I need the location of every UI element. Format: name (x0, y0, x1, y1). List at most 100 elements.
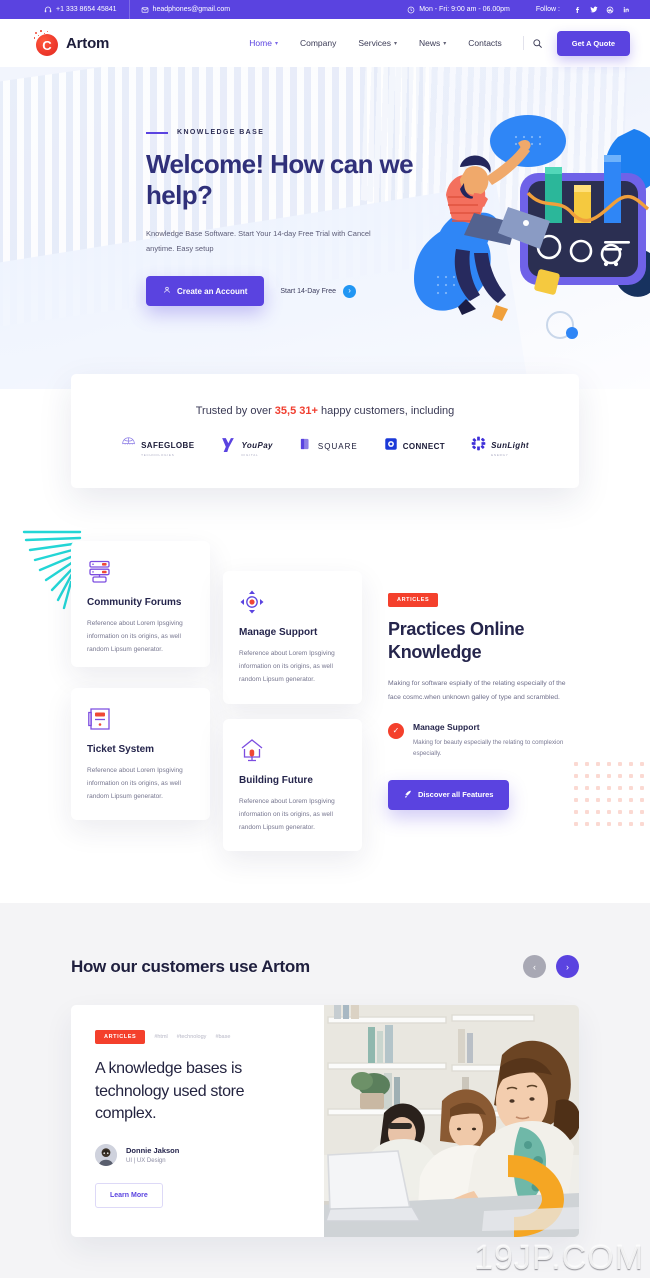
hero-eyebrow-label: KNOWLEDGE BASE (177, 129, 265, 136)
start-trial-link[interactable]: Start 14-Day Free › (280, 284, 357, 298)
nav-item-news[interactable]: News ▾ (408, 38, 457, 48)
hero-eyebrow: KNOWLEDGE BASE (146, 129, 650, 136)
testimonial-tag[interactable]: #html (154, 1034, 167, 1040)
discover-features-label: Discover all Features (418, 790, 494, 800)
top-bar-email[interactable]: headphones@gmail.com (128, 0, 243, 19)
top-bar-hours-label: Mon - Fri: 9:00 am - 06.00pm (419, 6, 510, 13)
testimonial-quote: A knowledge bases is technology used sto… (95, 1060, 245, 1123)
client-logo-sub: DIGITAL (241, 453, 259, 457)
social-links (574, 6, 630, 14)
ticket-icon (87, 706, 113, 732)
watermark: 19JP.COM (474, 1239, 644, 1277)
nav-label-home: Home (249, 38, 272, 48)
facebook-icon[interactable] (574, 6, 582, 14)
customers-heading: How our customers use Artom (71, 956, 310, 976)
feature-card-manage-support[interactable]: Manage Support Reference about Lorem Ips… (223, 571, 362, 704)
client-logo-square: SQUARE (299, 437, 358, 456)
feature-card-title: Community Forums (87, 597, 182, 608)
nav-label-company: Company (299, 38, 337, 48)
move-target-icon (239, 589, 265, 615)
linkedin-icon[interactable] (622, 6, 630, 14)
client-logo-label: SQUARE (317, 441, 358, 451)
carousel-prev-button[interactable]: ‹ (523, 955, 546, 978)
testimonial-tag[interactable]: #technology (177, 1034, 207, 1040)
feature-card-building-future[interactable]: Building Future Reference about Lorem Ip… (223, 719, 362, 851)
headset-icon (44, 6, 52, 14)
house-icon (239, 737, 265, 763)
trusted-by-card: Trusted by over 35,5 31+ happy customers… (71, 374, 579, 488)
rocket-icon (404, 790, 412, 800)
create-account-label: Create an Account (177, 286, 248, 296)
nav-item-company[interactable]: Company (289, 38, 347, 48)
practices-feature-title: Manage Support (413, 721, 480, 732)
practices-feature-item: ✓ Manage Support Making for beauty espec… (388, 722, 578, 760)
author-role: UI | UX Design (126, 1158, 166, 1165)
create-account-button[interactable]: Create an Account (146, 276, 265, 307)
start-trial-label: Start 14-Day Free (280, 287, 337, 295)
top-bar-phone[interactable]: +1 333 8654 45841 (32, 6, 129, 14)
nav-item-home[interactable]: Home ▾ (238, 38, 289, 48)
feature-card-text: Reference about Lorem Ipsgiving informat… (87, 620, 183, 653)
client-logo-sub: TECHNOLOGIES (141, 453, 175, 457)
avatar (95, 1144, 117, 1167)
discover-features-button[interactable]: Discover all Features (388, 779, 510, 810)
landing-page: +1 333 8654 45841 headphones@gmail.com M (0, 0, 650, 1278)
dribbble-icon[interactable] (606, 6, 614, 14)
pink-dots-decoration (571, 758, 647, 830)
nav-label-contacts: Contacts (468, 38, 502, 48)
author-name: Donnie Jakson (126, 1146, 180, 1156)
chevron-left-icon: ‹ (533, 961, 536, 972)
square-mark-icon (299, 437, 313, 456)
eyebrow-dash (146, 131, 168, 134)
client-logo-youpay: YouPay DIGITAL (220, 435, 273, 457)
practices-lead: Making for software espially of the rela… (388, 680, 566, 702)
top-bar-contact-group: +1 333 8654 45841 headphones@gmail.com (32, 0, 243, 19)
top-bar-email-label: headphones@gmail.com (152, 6, 231, 13)
brand-name: Artom (66, 34, 110, 52)
testimonial-content: ARTICLES #html #technology #base A knowl… (71, 1005, 324, 1237)
nav-item-contacts[interactable]: Contacts (457, 38, 513, 48)
get-a-quote-button[interactable]: Get A Quote (556, 30, 630, 56)
envelope-icon (141, 6, 149, 14)
site-header: C Artom Home ▾ Company Services ▾ News ▾… (0, 19, 650, 67)
carousel-next-button[interactable]: › (556, 955, 579, 978)
learn-more-button[interactable]: Learn More (95, 1183, 163, 1209)
hero-title: Welcome! How can we help? (146, 149, 414, 210)
client-logo-label: CONNECT (402, 441, 446, 451)
trusted-prefix: Trusted by over (195, 405, 275, 417)
client-logo-label: YouPay (241, 441, 273, 450)
feature-card-text: Reference about Lorem Ipsgiving informat… (87, 767, 183, 800)
testimonial-tag[interactable]: #base (215, 1034, 230, 1040)
client-logo-sub: ENERGY (491, 453, 509, 457)
hero-cta-group: Create an Account Start 14-Day Free › (146, 276, 650, 307)
nav-item-services[interactable]: Services ▾ (347, 38, 408, 48)
sun-icon (471, 436, 486, 456)
client-logo-sunlight: SunLight ENERGY (471, 435, 529, 457)
follow-label: Follow : (535, 6, 560, 13)
chevron-right-icon: › (566, 961, 569, 972)
testimonial-badge: ARTICLES (95, 1030, 146, 1044)
connect-mark-icon (384, 437, 398, 456)
top-bar: +1 333 8654 45841 headphones@gmail.com M (0, 0, 650, 19)
client-logo-safeglobe: SAFEGLOBE TECHNOLOGIES (121, 435, 194, 457)
feature-card-title: Manage Support (239, 627, 318, 638)
client-logos: SAFEGLOBE TECHNOLOGIES YouPay DIGITAL SQ… (121, 435, 529, 457)
twitter-icon[interactable] (590, 6, 598, 14)
nav-label-news: News (418, 38, 441, 48)
brand-logo[interactable]: C Artom (33, 30, 109, 56)
hero-subtitle: Knowledge Base Software. Start Your 14-d… (146, 229, 371, 254)
nav-label-services: Services (358, 38, 391, 48)
feature-card-title: Ticket System (87, 744, 155, 755)
top-bar-hours: Mon - Fri: 9:00 am - 06.00pm (407, 6, 522, 14)
carousel-controls: ‹ › (523, 955, 579, 978)
feature-card-community-forums[interactable]: Community Forums Reference about Lorem I… (71, 541, 210, 667)
feature-card-ticket-system[interactable]: Ticket System Reference about Lorem Ipsg… (71, 688, 210, 820)
trusted-by-title: Trusted by over 35,5 31+ happy customers… (196, 405, 455, 417)
hero-section: KNOWLEDGE BASE Welcome! How can we help?… (0, 67, 650, 389)
practices-title: Practices Online Knowledge (388, 619, 525, 663)
search-icon[interactable] (530, 35, 546, 51)
chevron-down-icon: ▾ (393, 40, 397, 47)
trusted-suffix: happy customers, including (317, 405, 455, 417)
nav-divider (522, 36, 524, 50)
check-circle-icon: ✓ (388, 722, 404, 739)
